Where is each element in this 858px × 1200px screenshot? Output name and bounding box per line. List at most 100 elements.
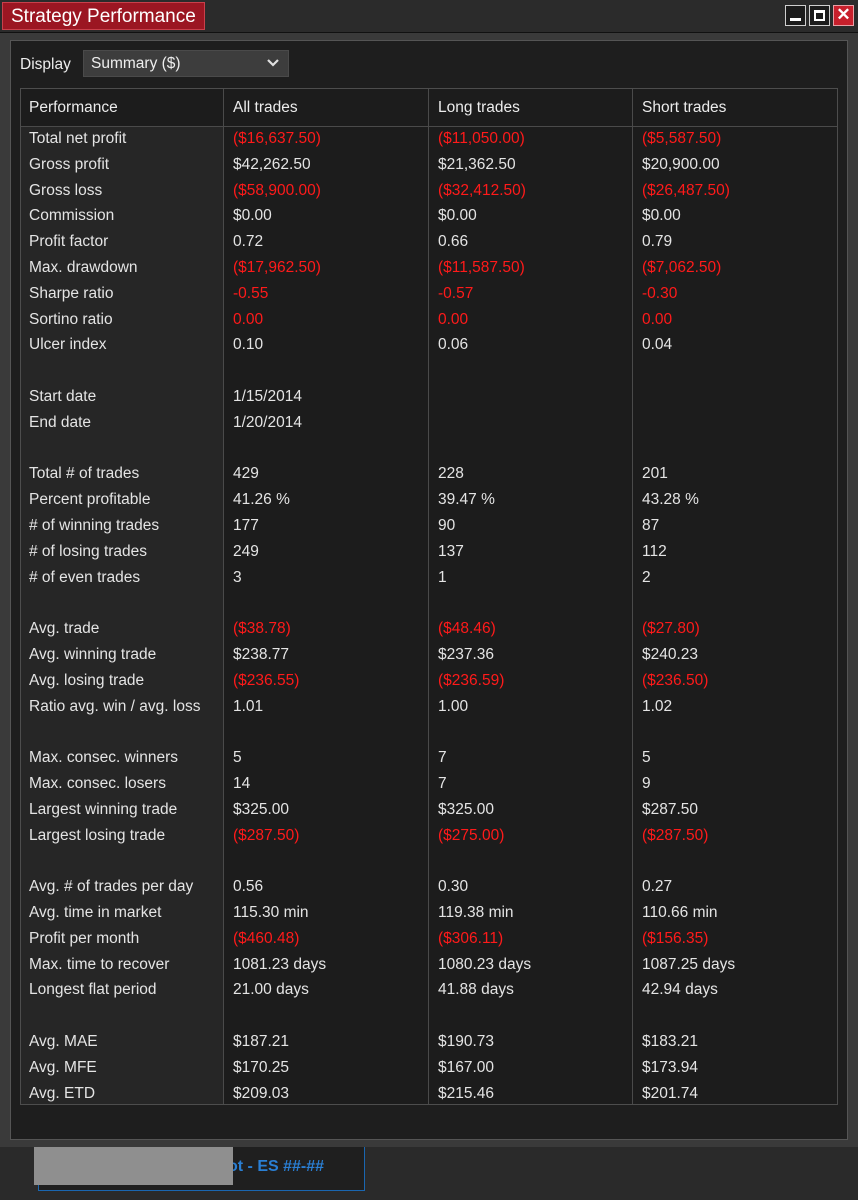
row-value: $20,900.00 (642, 155, 720, 173)
row-value: 201 (642, 465, 668, 483)
row-label: Commission (29, 207, 115, 225)
table-row: Max. time to recover 1081.23 days 1080.23 … (21, 952, 837, 978)
row-value: ($11,587.50) (438, 259, 525, 276)
row-value: 5 (642, 749, 651, 767)
table-row: Avg. MFE $170.25 $167.00 $173.94 (21, 1055, 837, 1081)
row-value: $215.46 (438, 1084, 495, 1102)
row-value: ($5,587.50) (642, 130, 722, 147)
row-value: $0.00 (438, 207, 477, 225)
table-row: Sortino ratio 0.00 0.00 0.00 (21, 307, 837, 333)
window-title: Strategy Performance (2, 2, 205, 30)
row-value: 1087.25 days (642, 955, 736, 973)
row-value: 0.00 (233, 310, 264, 328)
chart-tab-label: ot - ES ##-## (228, 1158, 325, 1175)
table-row: # of even trades 3 1 2 (21, 565, 837, 591)
table-row: Profit per month ($460.48) ($306.11) ($156.… (21, 926, 837, 952)
row-label: # of winning trades (29, 517, 160, 534)
table-row: Max. drawdown ($17,962.50) ($11,587.50) ($7… (21, 255, 837, 281)
table-row: # of winning trades 177 90 87 (21, 513, 837, 539)
row-value: 112 (642, 542, 667, 560)
row-value: 1/15/2014 (233, 388, 302, 405)
performance-panel: Display Summary ($) Performance All trad… (10, 40, 848, 1140)
row-value: 0.30 (438, 878, 469, 896)
table-row: Total net profit ($16,637.50) ($11,050.00)… (21, 126, 837, 152)
row-label: # of losing trades (29, 542, 148, 560)
redacted-area (34, 1147, 233, 1185)
row-label: Profit factor (29, 233, 109, 251)
row-value: 1080.23 days (438, 955, 532, 973)
row-label: Avg. trade (29, 620, 100, 638)
column-header-all-trades[interactable]: All trades (233, 89, 298, 126)
row-label: Max. consec. winners (29, 749, 179, 767)
row-value: 0.72 (233, 233, 264, 251)
row-label: # of even trades (29, 568, 141, 586)
row-value: $325.00 (438, 800, 495, 818)
row-value: 0.00 (642, 310, 673, 328)
table-row: Gross profit $42,262.50 $21,362.50 $20,900.… (21, 152, 837, 178)
row-value: ($27.80) (642, 620, 700, 638)
row-value: ($236.50) (642, 671, 709, 689)
row-label: Ulcer index (29, 336, 107, 354)
row-value: 42.94 days (642, 981, 718, 999)
row-label: Total net profit (29, 130, 127, 147)
row-value: 7 (438, 775, 447, 792)
row-label: Avg. # of trades per day (29, 878, 194, 896)
performance-table: Performance All trades Long trades Short… (20, 88, 838, 1105)
row-value: $183.21 (642, 1033, 699, 1050)
row-value: 429 (233, 465, 259, 483)
column-header-short-trades[interactable]: Short trades (642, 89, 726, 126)
display-dropdown[interactable]: Summary ($) (83, 50, 289, 77)
close-button[interactable]: ✕ (833, 5, 854, 26)
close-icon: ✕ (836, 5, 851, 24)
row-value: 9 (642, 775, 651, 792)
row-value: ($11,050.00) (438, 130, 525, 147)
row-value: ($236.59) (438, 671, 505, 689)
row-label: Gross loss (29, 181, 103, 199)
row-value: ($16,637.50) (233, 130, 321, 147)
row-value: $170.25 (233, 1058, 290, 1076)
row-value: 0.66 (438, 233, 469, 251)
row-label: Sharpe ratio (29, 284, 114, 302)
row-value: 249 (233, 542, 259, 560)
row-value: -0.30 (642, 284, 678, 302)
window-controls: ✕ (785, 5, 854, 26)
row-label: Ratio avg. win / avg. loss (29, 697, 201, 715)
row-label: Total # of trades (29, 465, 140, 483)
minimize-button[interactable] (785, 5, 806, 26)
table-row: Start date 1/15/2014 (21, 384, 837, 410)
row-value: 119.38 min (438, 904, 514, 921)
row-value: $325.00 (233, 800, 290, 818)
row-value: ($7,062.50) (642, 259, 722, 276)
row-value: 0.04 (642, 336, 673, 354)
row-label: Gross profit (29, 155, 110, 173)
table-row: Ratio avg. win / avg. loss 1.01 1.00 1.02 (21, 694, 837, 720)
column-header-long-trades[interactable]: Long trades (438, 89, 520, 126)
maximize-button[interactable] (809, 5, 830, 26)
row-value: 1 (438, 568, 447, 586)
maximize-icon (814, 10, 825, 21)
row-value: 110.66 min (642, 904, 718, 921)
column-header-performance[interactable]: Performance (29, 89, 118, 126)
row-value: $201.74 (642, 1084, 699, 1102)
table-row: Max. consec. winners 5 7 5 (21, 745, 837, 771)
row-value: 3 (233, 568, 242, 586)
row-value: -0.55 (233, 284, 269, 302)
table-row: Profit factor 0.72 0.66 0.79 (21, 229, 837, 255)
table-row: Avg. # of trades per day 0.56 0.30 0.27 (21, 874, 837, 900)
row-value: ($287.50) (642, 826, 709, 844)
row-value: ($236.55) (233, 671, 300, 689)
row-value: ($17,962.50) (233, 259, 321, 276)
row-label: Largest losing trade (29, 826, 166, 844)
table-row: Avg. ETD $209.03 $215.46 $201.74 (21, 1081, 837, 1107)
row-label: Sortino ratio (29, 310, 113, 328)
table-row: Sharpe ratio -0.55 -0.57 -0.30 (21, 281, 837, 307)
row-value: 137 (438, 542, 464, 560)
row-value: 1.01 (233, 697, 264, 715)
row-value: 90 (438, 517, 456, 534)
row-value: ($26,487.50) (642, 181, 730, 199)
row-value: 2 (642, 568, 651, 586)
minimize-icon (790, 18, 801, 21)
row-value: $209.03 (233, 1084, 290, 1102)
row-value: $187.21 (233, 1033, 290, 1050)
row-value: 41.88 days (438, 981, 514, 999)
